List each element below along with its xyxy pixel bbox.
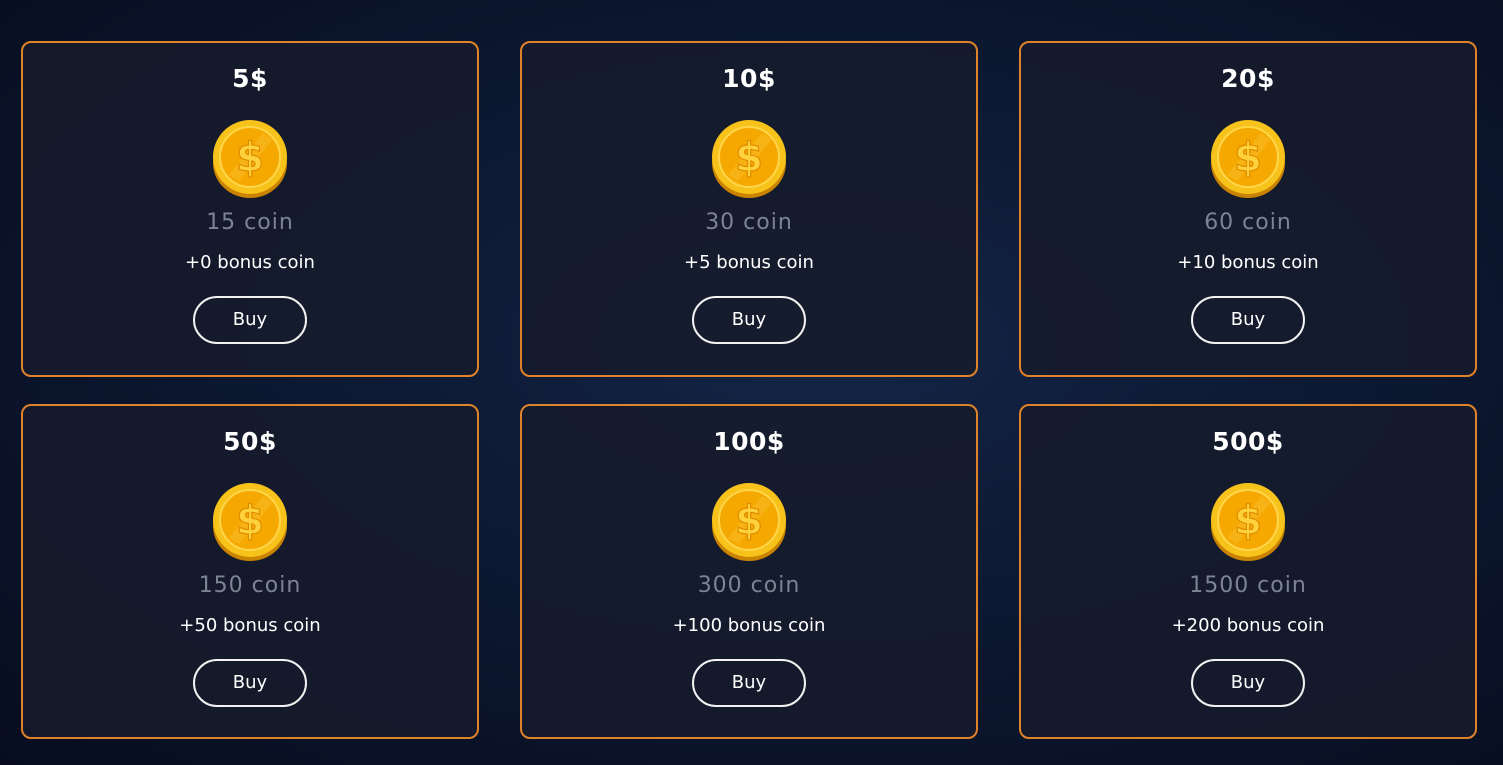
package-price: 50$ [223, 427, 277, 456]
coin-packages-grid: 5$ 15 coin +0 bonus coin Buy 10$ 30 coin… [21, 41, 1477, 739]
package-card-100: 100$ 300 coin +100 bonus coin Buy [520, 404, 978, 739]
package-coin-amount: 1500 coin [1189, 573, 1307, 598]
gold-coin-icon [710, 480, 788, 562]
package-card-500: 500$ 1500 coin +200 bonus coin Buy [1019, 404, 1477, 739]
package-coin-amount: 150 coin [198, 573, 302, 598]
package-coin-amount: 15 coin [206, 210, 294, 235]
buy-button[interactable]: Buy [193, 296, 307, 344]
package-price: 500$ [1212, 427, 1284, 456]
buy-button[interactable]: Buy [1191, 296, 1305, 344]
package-card-20: 20$ 60 coin +10 bonus coin Buy [1019, 41, 1477, 377]
gold-coin-icon [211, 117, 289, 199]
package-price: 20$ [1221, 64, 1275, 93]
package-coin-amount: 300 coin [697, 573, 801, 598]
package-coin-amount: 30 coin [705, 210, 793, 235]
gold-coin-icon [1209, 480, 1287, 562]
gold-coin-icon [710, 117, 788, 199]
buy-button[interactable]: Buy [193, 659, 307, 707]
gold-coin-icon [211, 480, 289, 562]
package-card-10: 10$ 30 coin +5 bonus coin Buy [520, 41, 978, 377]
buy-button[interactable]: Buy [692, 659, 806, 707]
package-bonus: +50 bonus coin [179, 615, 321, 636]
buy-button[interactable]: Buy [1191, 659, 1305, 707]
package-card-50: 50$ 150 coin +50 bonus coin Buy [21, 404, 479, 739]
package-bonus: +100 bonus coin [672, 615, 826, 636]
package-bonus: +5 bonus coin [684, 252, 814, 273]
gold-coin-icon [1209, 117, 1287, 199]
buy-button[interactable]: Buy [692, 296, 806, 344]
package-bonus: +0 bonus coin [185, 252, 315, 273]
package-price: 5$ [232, 64, 268, 93]
package-card-5: 5$ 15 coin +0 bonus coin Buy [21, 41, 479, 377]
package-coin-amount: 60 coin [1204, 210, 1292, 235]
package-bonus: +200 bonus coin [1171, 615, 1325, 636]
package-bonus: +10 bonus coin [1177, 252, 1319, 273]
package-price: 10$ [722, 64, 776, 93]
package-price: 100$ [713, 427, 785, 456]
